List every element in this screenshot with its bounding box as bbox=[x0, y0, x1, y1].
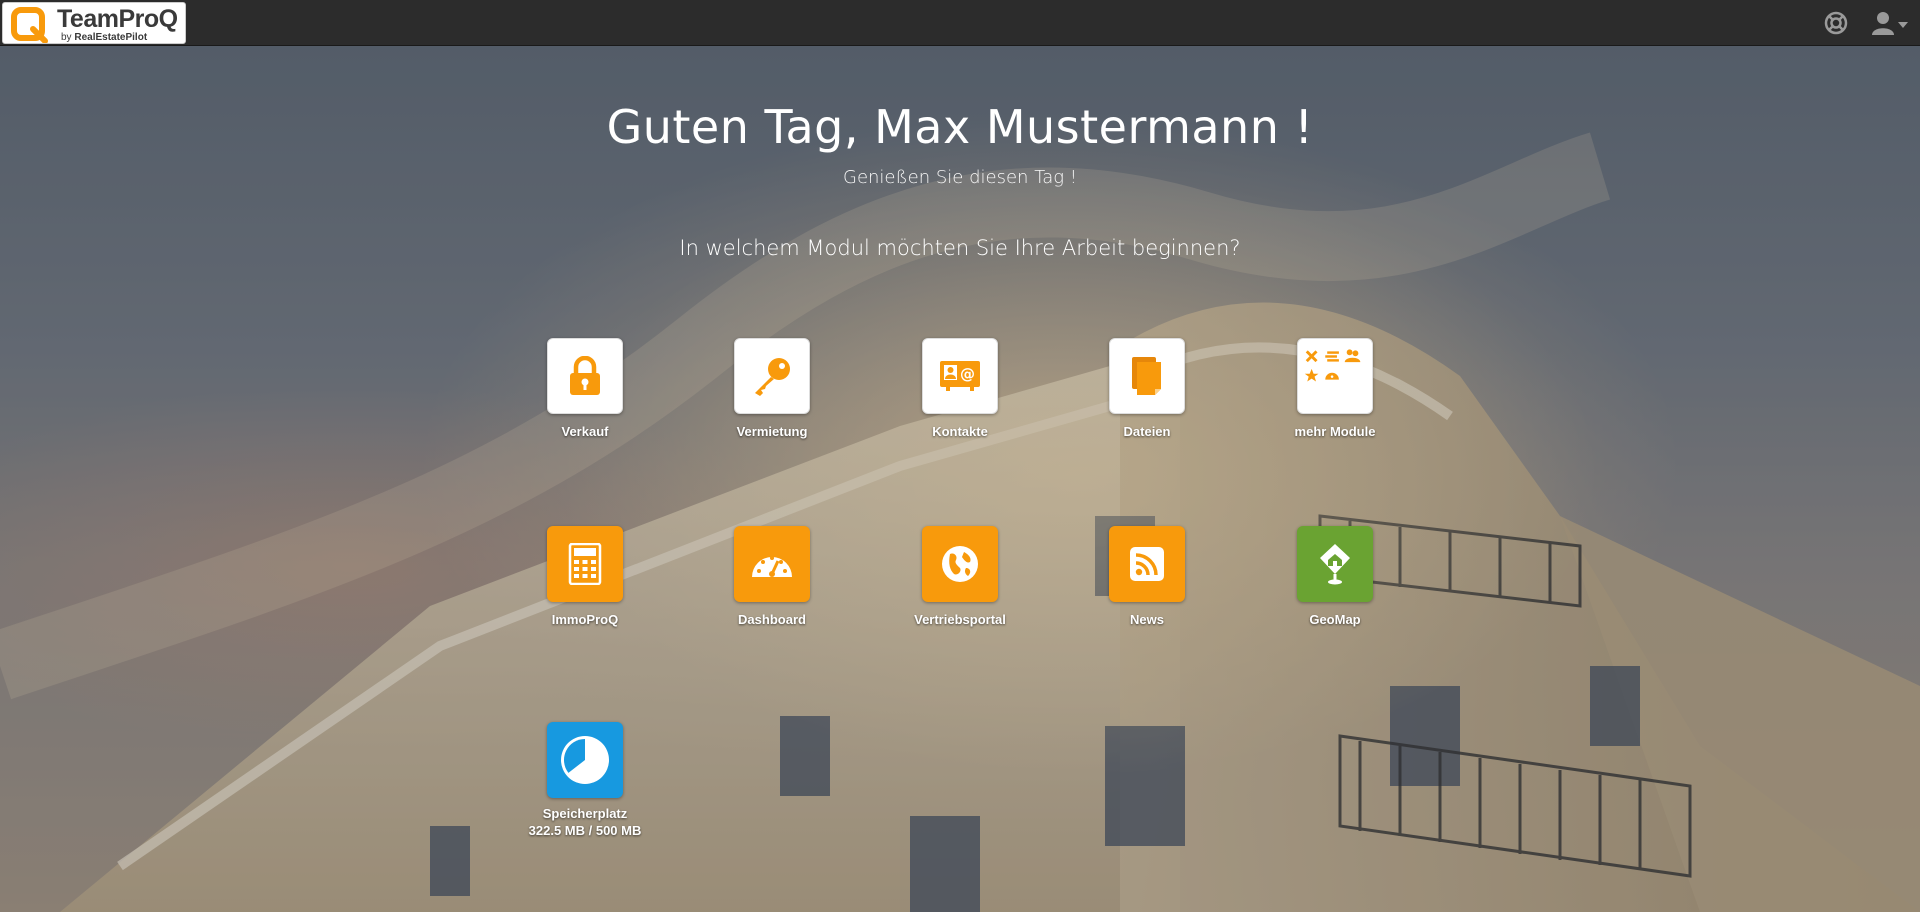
storage-usage-text: 322.5 MB / 500 MB bbox=[528, 823, 642, 838]
lock-icon bbox=[570, 356, 600, 395]
support-icon[interactable] bbox=[1824, 11, 1848, 35]
module-dashboard-tile[interactable] bbox=[734, 526, 810, 602]
files-icon bbox=[1132, 357, 1161, 395]
rss-icon bbox=[1130, 547, 1164, 581]
greeting-subtitle: Genießen Sie diesen Tag ! bbox=[843, 167, 1077, 188]
logo-name: TeamProQ bbox=[57, 5, 178, 33]
module-geomap[interactable]: GeoMap bbox=[1265, 526, 1405, 627]
module-question: In welchem Modul möchten Sie Ihre Arbeit… bbox=[679, 236, 1241, 260]
svg-text:@: @ bbox=[960, 365, 975, 383]
module-mehr-module[interactable]: mehr Module bbox=[1265, 338, 1405, 439]
module-verkauf-tile[interactable] bbox=[547, 338, 623, 414]
logo-q-icon bbox=[11, 7, 48, 43]
module-vermietung-tile[interactable] bbox=[734, 338, 810, 414]
contact-card-icon: @ bbox=[940, 361, 980, 391]
user-menu[interactable] bbox=[1870, 10, 1910, 36]
module-dashboard-label: Dashboard bbox=[738, 612, 806, 627]
module-vertriebsportal[interactable]: Vertriebsportal bbox=[890, 526, 1030, 627]
globe-icon bbox=[942, 546, 978, 582]
module-geomap-label: GeoMap bbox=[1309, 612, 1361, 627]
teamproq-logo[interactable]: TeamProQ by RealEstatePilot bbox=[2, 2, 186, 44]
user-icon bbox=[1872, 12, 1894, 35]
module-speicherplatz-tile[interactable] bbox=[547, 722, 623, 798]
module-vertriebsportal-tile[interactable] bbox=[922, 526, 998, 602]
module-news[interactable]: News bbox=[1077, 526, 1217, 627]
module-immoproq-tile[interactable] bbox=[547, 526, 623, 602]
module-dateien-label: Dateien bbox=[1123, 424, 1171, 439]
module-speicherplatz[interactable]: Speicherplatz 322.5 MB / 500 MB bbox=[515, 722, 655, 838]
caret-down-icon bbox=[1898, 22, 1908, 28]
modules-grid-icon bbox=[1304, 349, 1361, 382]
module-dateien[interactable]: Dateien bbox=[1077, 338, 1217, 439]
module-news-label: News bbox=[1130, 612, 1164, 627]
module-vermietung[interactable]: Vermietung bbox=[702, 338, 842, 439]
module-speicherplatz-label: Speicherplatz bbox=[542, 806, 628, 821]
module-verkauf-label: Verkauf bbox=[561, 424, 609, 439]
greeting-title: Guten Tag, Max Mustermann ! bbox=[606, 100, 1314, 154]
module-immoproq[interactable]: ImmoProQ bbox=[515, 526, 655, 627]
module-kontakte[interactable]: @ Kontakte bbox=[890, 338, 1030, 439]
module-dateien-tile[interactable] bbox=[1109, 338, 1185, 414]
module-dashboard[interactable]: Dashboard bbox=[702, 526, 842, 627]
top-navbar: TeamProQ by RealEstatePilot bbox=[0, 0, 1920, 46]
module-vertriebsportal-label: Vertriebsportal bbox=[914, 612, 1006, 627]
module-vermietung-label: Vermietung bbox=[736, 424, 808, 439]
calculator-icon bbox=[568, 543, 602, 585]
module-immoproq-label: ImmoProQ bbox=[551, 612, 619, 627]
module-mehr-module-tile[interactable] bbox=[1297, 338, 1373, 414]
module-geomap-tile[interactable] bbox=[1297, 526, 1373, 602]
key-icon bbox=[755, 358, 790, 396]
gauge-icon bbox=[752, 556, 792, 577]
module-kontakte-label: Kontakte bbox=[932, 424, 988, 439]
module-mehr-module-label: mehr Module bbox=[1294, 424, 1376, 439]
pie-chart-icon bbox=[561, 736, 609, 784]
module-kontakte-tile[interactable]: @ bbox=[922, 338, 998, 414]
logo-subtitle: by RealEstatePilot bbox=[61, 32, 148, 43]
module-verkauf[interactable]: Verkauf bbox=[515, 338, 655, 439]
map-pin-icon bbox=[1320, 544, 1350, 585]
module-news-tile[interactable] bbox=[1109, 526, 1185, 602]
